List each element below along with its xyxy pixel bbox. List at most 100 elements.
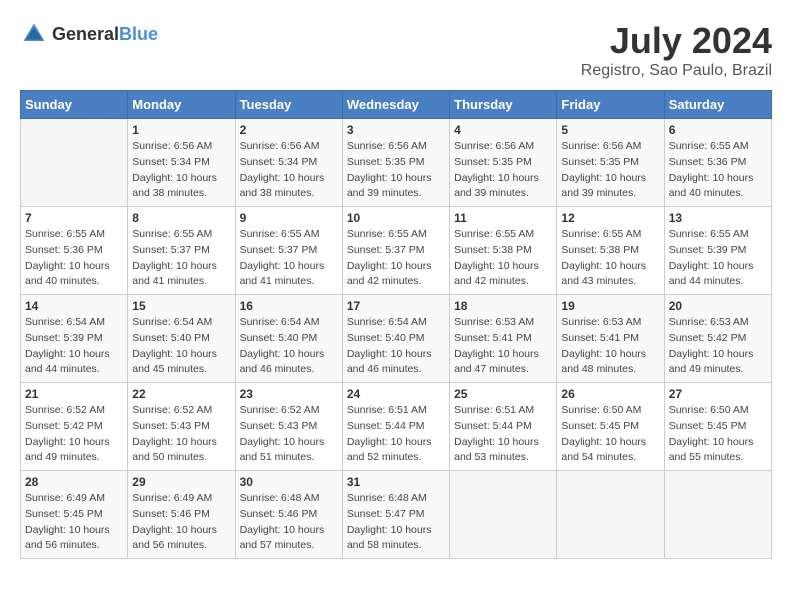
- day-number: 19: [561, 299, 659, 313]
- calendar-week-5: 28 Sunrise: 6:49 AMSunset: 5:45 PMDayligh…: [21, 471, 772, 559]
- calendar-week-4: 21 Sunrise: 6:52 AMSunset: 5:42 PMDayligh…: [21, 383, 772, 471]
- calendar-cell: 17 Sunrise: 6:54 AMSunset: 5:40 PMDayligh…: [342, 295, 449, 383]
- day-info: Sunrise: 6:56 AMSunset: 5:35 PMDaylight:…: [561, 139, 659, 202]
- calendar-cell: 23Sunrise: 6:52 AMSunset: 5:43 PMDayligh…: [235, 383, 342, 471]
- day-number: 15: [132, 299, 230, 313]
- calendar-cell: 25 Sunrise: 6:51 AMSunset: 5:44 PMDayligh…: [450, 383, 557, 471]
- header-day-saturday: Saturday: [664, 91, 771, 119]
- calendar-cell: 22Sunrise: 6:52 AMSunset: 5:43 PMDayligh…: [128, 383, 235, 471]
- calendar-week-3: 14 Sunrise: 6:54 AMSunset: 5:39 PMDayligh…: [21, 295, 772, 383]
- logo-icon: [20, 20, 48, 48]
- calendar-cell: [664, 471, 771, 559]
- day-info: Sunrise: 6:48 AMSunset: 5:46 PMDaylight:…: [240, 491, 338, 554]
- calendar-cell: [557, 471, 664, 559]
- day-number: 21: [25, 387, 123, 401]
- day-number: 9: [240, 211, 338, 225]
- day-info: Sunrise: 6:55 AMSunset: 5:37 PMDaylight:…: [132, 227, 230, 290]
- day-info: Sunrise: 6:50 AMSunset: 5:45 PMDaylight:…: [561, 403, 659, 466]
- calendar-cell: 10 Sunrise: 6:55 AMSunset: 5:37 PMDayligh…: [342, 207, 449, 295]
- calendar-cell: 11 Sunrise: 6:55 AMSunset: 5:38 PMDayligh…: [450, 207, 557, 295]
- calendar-cell: 6Sunrise: 6:55 AMSunset: 5:36 PMDaylight…: [664, 119, 771, 207]
- calendar-cell: 14 Sunrise: 6:54 AMSunset: 5:39 PMDayligh…: [21, 295, 128, 383]
- day-number: 7: [25, 211, 123, 225]
- calendar-week-1: 1Sunrise: 6:56 AMSunset: 5:34 PMDaylight…: [21, 119, 772, 207]
- day-info: Sunrise: 6:53 AMSunset: 5:41 PMDaylight:…: [454, 315, 552, 378]
- calendar-cell: 18 Sunrise: 6:53 AMSunset: 5:41 PMDayligh…: [450, 295, 557, 383]
- day-number: 29: [132, 475, 230, 489]
- day-number: 25: [454, 387, 552, 401]
- calendar-cell: 27Sunrise: 6:50 AMSunset: 5:45 PMDayligh…: [664, 383, 771, 471]
- day-number: 5: [561, 123, 659, 137]
- calendar-body: 1Sunrise: 6:56 AMSunset: 5:34 PMDaylight…: [21, 119, 772, 559]
- header-day-wednesday: Wednesday: [342, 91, 449, 119]
- calendar-cell: 21 Sunrise: 6:52 AMSunset: 5:42 PMDayligh…: [21, 383, 128, 471]
- calendar-header: SundayMondayTuesdayWednesdayThursdayFrid…: [21, 91, 772, 119]
- day-info: Sunrise: 6:55 AMSunset: 5:37 PMDaylight:…: [347, 227, 445, 290]
- day-number: 26: [561, 387, 659, 401]
- day-number: 2: [240, 123, 338, 137]
- day-info: Sunrise: 6:52 AMSunset: 5:42 PMDaylight:…: [25, 403, 123, 466]
- day-info: Sunrise: 6:54 AMSunset: 5:40 PMDaylight:…: [347, 315, 445, 378]
- day-info: Sunrise: 6:49 AMSunset: 5:46 PMDaylight:…: [132, 491, 230, 554]
- header: GeneralBlue July 2024 Registro, Sao Paul…: [20, 20, 772, 80]
- day-number: 14: [25, 299, 123, 313]
- day-info: Sunrise: 6:48 AMSunset: 5:47 PMDaylight:…: [347, 491, 445, 554]
- day-number: 11: [454, 211, 552, 225]
- day-number: 1: [132, 123, 230, 137]
- day-number: 20: [669, 299, 767, 313]
- calendar-cell: 16 Sunrise: 6:54 AMSunset: 5:40 PMDayligh…: [235, 295, 342, 383]
- calendar-cell: 29 Sunrise: 6:49 AMSunset: 5:46 PMDayligh…: [128, 471, 235, 559]
- calendar-cell: 24 Sunrise: 6:51 AMSunset: 5:44 PMDayligh…: [342, 383, 449, 471]
- day-number: 13: [669, 211, 767, 225]
- calendar-cell: 8Sunrise: 6:55 AMSunset: 5:37 PMDaylight…: [128, 207, 235, 295]
- day-number: 18: [454, 299, 552, 313]
- day-info: Sunrise: 6:56 AMSunset: 5:35 PMDaylight:…: [347, 139, 445, 202]
- day-info: Sunrise: 6:54 AMSunset: 5:40 PMDaylight:…: [240, 315, 338, 378]
- day-number: 6: [669, 123, 767, 137]
- day-number: 12: [561, 211, 659, 225]
- day-number: 24: [347, 387, 445, 401]
- day-number: 17: [347, 299, 445, 313]
- calendar-cell: 7 Sunrise: 6:55 AMSunset: 5:36 PMDaylight…: [21, 207, 128, 295]
- calendar-cell: 9 Sunrise: 6:55 AMSunset: 5:37 PMDaylight…: [235, 207, 342, 295]
- day-info: Sunrise: 6:49 AMSunset: 5:45 PMDaylight:…: [25, 491, 123, 554]
- calendar-cell: 2Sunrise: 6:56 AMSunset: 5:34 PMDaylight…: [235, 119, 342, 207]
- calendar-cell: 31 Sunrise: 6:48 AMSunset: 5:47 PMDayligh…: [342, 471, 449, 559]
- day-number: 4: [454, 123, 552, 137]
- day-info: Sunrise: 6:53 AMSunset: 5:41 PMDaylight:…: [561, 315, 659, 378]
- day-number: 30: [240, 475, 338, 489]
- day-number: 23: [240, 387, 338, 401]
- day-number: 10: [347, 211, 445, 225]
- day-info: Sunrise: 6:56 AMSunset: 5:35 PMDaylight:…: [454, 139, 552, 202]
- logo-text-general: General: [52, 24, 119, 44]
- location-subtitle: Registro, Sao Paulo, Brazil: [581, 62, 772, 80]
- header-day-tuesday: Tuesday: [235, 91, 342, 119]
- day-info: Sunrise: 6:53 AMSunset: 5:42 PMDaylight:…: [669, 315, 767, 378]
- day-info: Sunrise: 6:55 AMSunset: 5:36 PMDaylight:…: [25, 227, 123, 290]
- calendar-cell: 20 Sunrise: 6:53 AMSunset: 5:42 PMDayligh…: [664, 295, 771, 383]
- header-row: SundayMondayTuesdayWednesdayThursdayFrid…: [21, 91, 772, 119]
- calendar-week-2: 7 Sunrise: 6:55 AMSunset: 5:36 PMDaylight…: [21, 207, 772, 295]
- day-info: Sunrise: 6:50 AMSunset: 5:45 PMDaylight:…: [669, 403, 767, 466]
- header-day-sunday: Sunday: [21, 91, 128, 119]
- day-number: 3: [347, 123, 445, 137]
- calendar-cell: 30 Sunrise: 6:48 AMSunset: 5:46 PMDayligh…: [235, 471, 342, 559]
- logo: GeneralBlue: [20, 20, 158, 48]
- day-info: Sunrise: 6:55 AMSunset: 5:38 PMDaylight:…: [454, 227, 552, 290]
- day-number: 16: [240, 299, 338, 313]
- day-number: 31: [347, 475, 445, 489]
- day-info: Sunrise: 6:54 AMSunset: 5:39 PMDaylight:…: [25, 315, 123, 378]
- day-info: Sunrise: 6:51 AMSunset: 5:44 PMDaylight:…: [454, 403, 552, 466]
- calendar-cell: 13 Sunrise: 6:55 AMSunset: 5:39 PMDayligh…: [664, 207, 771, 295]
- day-info: Sunrise: 6:55 AMSunset: 5:38 PMDaylight:…: [561, 227, 659, 290]
- day-info: Sunrise: 6:55 AMSunset: 5:39 PMDaylight:…: [669, 227, 767, 290]
- calendar-cell: 26 Sunrise: 6:50 AMSunset: 5:45 PMDayligh…: [557, 383, 664, 471]
- calendar-cell: 3 Sunrise: 6:56 AMSunset: 5:35 PMDaylight…: [342, 119, 449, 207]
- day-info: Sunrise: 6:55 AMSunset: 5:37 PMDaylight:…: [240, 227, 338, 290]
- month-year-title: July 2024: [581, 20, 772, 62]
- day-number: 28: [25, 475, 123, 489]
- day-info: Sunrise: 6:51 AMSunset: 5:44 PMDaylight:…: [347, 403, 445, 466]
- day-number: 22: [132, 387, 230, 401]
- calendar-table: SundayMondayTuesdayWednesdayThursdayFrid…: [20, 90, 772, 559]
- calendar-cell: 5 Sunrise: 6:56 AMSunset: 5:35 PMDaylight…: [557, 119, 664, 207]
